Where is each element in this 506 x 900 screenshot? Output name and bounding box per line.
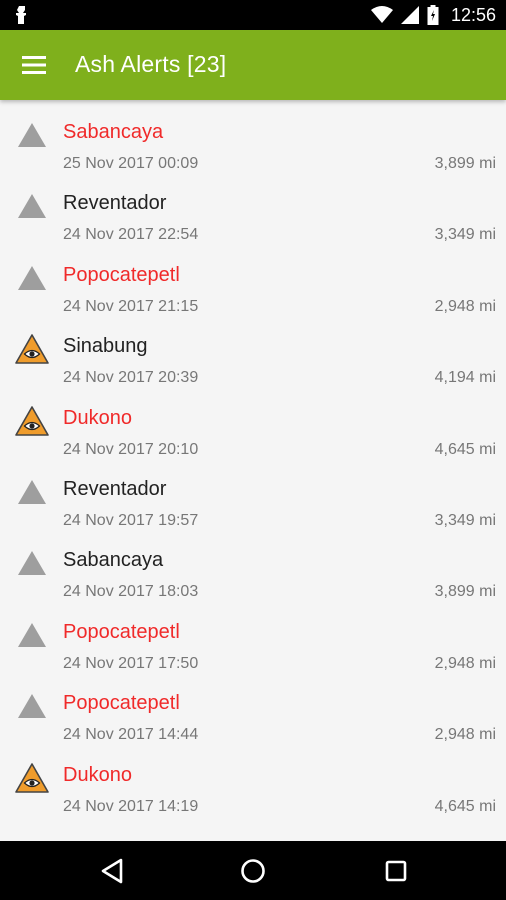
wifi-icon — [370, 6, 393, 23]
alert-distance: 4,194 mi — [434, 369, 496, 387]
alert-timestamp: 24 Nov 2017 22:54 — [63, 226, 199, 244]
home-icon — [241, 859, 265, 883]
menu-button[interactable] — [14, 47, 54, 83]
alert-timestamp: 24 Nov 2017 19:57 — [63, 512, 199, 529]
back-button[interactable] — [94, 853, 130, 889]
recents-button[interactable] — [378, 853, 414, 889]
gray-triangle-icon — [18, 480, 46, 504]
volcano-name: Sinabung — [63, 335, 148, 358]
alert-row[interactable]: Popocatepetl 24 Nov 2017 21:15 2,948 mi — [0, 243, 506, 315]
alert-row[interactable]: Popocatepetl 24 Nov 2017 17:50 2,948 mi — [0, 600, 506, 672]
alert-row[interactable]: Reventador 24 Nov 2017 19:57 3,349 mi — [0, 457, 506, 529]
hamburger-menu-icon — [22, 56, 46, 74]
alert-distance: 2,948 mi — [434, 297, 496, 315]
alert-distance: 3,899 mi — [434, 583, 496, 601]
cell-signal-icon — [400, 6, 419, 24]
status-bar: 12:56 — [0, 0, 506, 30]
gray-triangle-icon — [18, 194, 46, 219]
alert-row[interactable]: Dukono 24 Nov 2017 14:19 4,645 mi — [0, 743, 506, 815]
alert-timestamp: 24 Nov 2017 20:10 — [63, 440, 199, 458]
gray-triangle-icon — [18, 622, 46, 647]
alert-timestamp: 24 Nov 2017 18:03 — [63, 583, 199, 601]
volcano-name: Popocatepetl — [63, 263, 180, 286]
alert-timestamp: 24 Nov 2017 14:44 — [63, 726, 199, 744]
volcano-name: Sabancaya — [63, 549, 164, 572]
gray-triangle-icon — [18, 694, 46, 719]
alert-row[interactable]: Dukono 24 Nov 2017 20:10 4,645 mi — [0, 386, 506, 458]
gray-triangle-icon — [18, 265, 46, 290]
notification-icon — [16, 6, 26, 24]
back-icon — [101, 858, 123, 884]
gray-triangle-icon — [18, 123, 46, 147]
status-time: 12:56 — [450, 4, 496, 25]
volcano-name: Dukono — [63, 406, 132, 429]
volcano-name: Reventador — [63, 478, 167, 500]
alert-timestamp: 24 Nov 2017 20:39 — [63, 369, 199, 387]
alert-distance: 4,645 mi — [434, 440, 496, 458]
alert-distance: 2,948 mi — [434, 654, 496, 672]
volcano-name: Popocatepetl — [63, 692, 180, 715]
recents-icon — [385, 860, 407, 882]
alerts-list[interactable]: Sabancaya 25 Nov 2017 00:09 3,899 mi Revent… — [0, 100, 506, 841]
alert-row[interactable]: Sabancaya 25 Nov 2017 00:09 3,899 mi — [0, 100, 506, 172]
alert-distance: 3,349 mi — [434, 226, 496, 244]
alert-row[interactable]: Reventador 24 Nov 2017 22:54 3,349 mi — [0, 171, 506, 244]
volcano-name: Reventador — [63, 192, 167, 215]
alert-timestamp: 24 Nov 2017 17:50 — [63, 654, 199, 672]
home-button[interactable] — [235, 853, 271, 889]
alert-timestamp: 24 Nov 2017 21:15 — [63, 297, 199, 315]
orange-eye-triangle-icon — [15, 334, 49, 364]
alert-distance: 3,899 mi — [434, 155, 496, 172]
alert-row[interactable]: Sinabung 24 Nov 2017 20:39 4,194 mi — [0, 314, 506, 387]
alert-row[interactable]: Sabancaya 24 Nov 2017 18:03 3,899 mi — [0, 528, 506, 601]
battery-icon — [427, 5, 439, 25]
volcano-name: Dukono — [63, 763, 132, 786]
alert-timestamp: 25 Nov 2017 00:09 — [63, 155, 199, 172]
orange-eye-triangle-icon — [15, 405, 49, 436]
alert-row[interactable]: Popocatepetl 24 Nov 2017 14:44 2,948 mi — [0, 671, 506, 744]
gray-triangle-icon — [18, 551, 46, 576]
alert-timestamp: 24 Nov 2017 14:19 — [63, 797, 199, 815]
alert-distance: 3,349 mi — [434, 512, 496, 529]
volcano-name: Sabancaya — [63, 121, 164, 143]
page-title: Ash Alerts [23] — [75, 51, 227, 77]
volcano-name: Popocatepetl — [63, 620, 180, 643]
alert-distance: 2,948 mi — [434, 726, 496, 744]
navigation-bar — [0, 841, 506, 900]
orange-eye-triangle-icon — [15, 762, 49, 793]
alert-distance: 4,645 mi — [434, 797, 496, 815]
app-bar: Ash Alerts [23] — [0, 30, 506, 100]
